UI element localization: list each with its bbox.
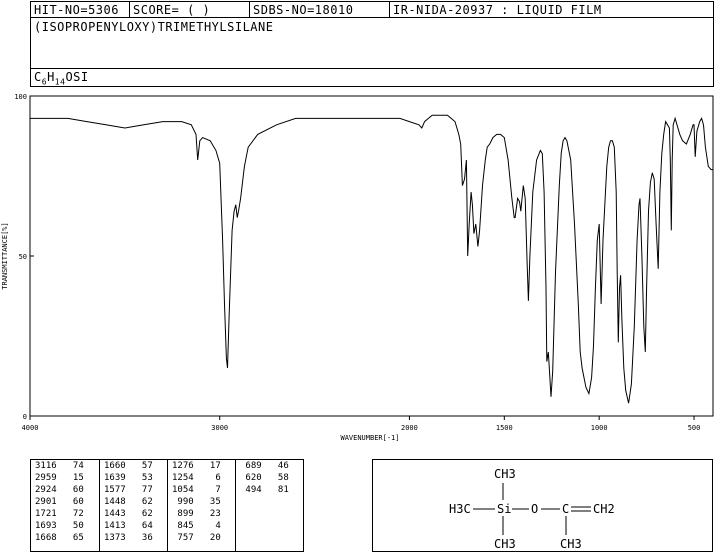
bottom-right-methyl: CH3 — [560, 537, 582, 551]
peak-row: 1276 17 — [172, 461, 221, 471]
carbon-atom: C — [562, 502, 569, 516]
peak-row: 1660 57 — [104, 461, 153, 471]
methylene-group: CH2 — [593, 502, 615, 516]
ir-spectrum-chart: 0 50 100 4000 3000 2000 1500 1000 500 WAVENUMBE… — [1, 93, 714, 442]
y-tick-label: 100 — [14, 93, 27, 101]
peak-row: 1054 7 — [172, 485, 221, 495]
peak-row: 1413 64 — [104, 521, 153, 531]
peak-table: 3116 74 2959 15 2924 60 2901 60 1721 72 1693 … — [30, 459, 304, 552]
peak-row: 689 46 — [240, 461, 289, 471]
peak-row: 2959 15 — [35, 473, 84, 483]
peak-row: 1577 77 — [104, 485, 153, 495]
peak-row: 1668 65 — [35, 533, 84, 543]
x-tick-label: 3000 — [211, 424, 228, 432]
y-axis-label: TRANSMITTANCE[%] — [1, 222, 9, 289]
silicon-atom: Si — [497, 502, 511, 516]
peak-row: 1693 50 — [35, 521, 84, 531]
x-tick-label: 4000 — [22, 424, 39, 432]
peak-row: 620 58 — [240, 473, 289, 483]
peak-row: 1639 53 — [104, 473, 153, 483]
peak-row: 1443 62 — [104, 509, 153, 519]
bottom-left-methyl: CH3 — [494, 537, 516, 551]
peak-column: 1276 17 1254 6 1054 7 990 35 899 23 845 4 … — [167, 460, 235, 551]
y-axis: 0 50 100 — [14, 93, 34, 421]
peak-row: 845 4 — [172, 521, 221, 531]
peak-row: 2901 60 — [35, 497, 84, 507]
peak-row: 899 23 — [172, 509, 221, 519]
plot-frame — [29, 95, 714, 417]
x-axis-label: WAVENUMBER[-1] — [340, 434, 399, 442]
y-tick-label: 0 — [23, 413, 27, 421]
peak-row: 3116 74 — [35, 461, 84, 471]
x-tick-label: 500 — [688, 424, 701, 432]
peak-column: 3116 74 2959 15 2924 60 2901 60 1721 72 1693 … — [31, 460, 99, 551]
structure-box: CH3 H3C Si O C CH2 CH3 CH3 — [372, 459, 713, 552]
oxygen-atom: O — [531, 502, 538, 516]
peak-row: 494 81 — [240, 485, 289, 495]
peak-row: 1448 62 — [104, 497, 153, 507]
left-methyl: H3C — [449, 502, 471, 516]
peak-row: 2924 60 — [35, 485, 84, 495]
peak-row: 1254 6 — [172, 473, 221, 483]
peak-row: 1373 36 — [104, 533, 153, 543]
x-axis: 4000 3000 2000 1500 1000 500 — [22, 416, 701, 432]
structure-diagram: CH3 H3C Si O C CH2 CH3 CH3 — [449, 467, 615, 551]
y-tick-label: 50 — [19, 253, 27, 261]
x-tick-label: 2000 — [401, 424, 418, 432]
spectrum-line — [30, 114, 713, 404]
peak-row: 1721 72 — [35, 509, 84, 519]
peak-row: 757 20 — [172, 533, 221, 543]
top-methyl: CH3 — [494, 467, 516, 481]
peak-column: 689 46 620 58 494 81 — [235, 460, 303, 551]
x-tick-label: 1000 — [591, 424, 608, 432]
peak-column: 1660 57 1639 53 1577 77 1448 62 1443 62 1413 … — [99, 460, 167, 551]
x-tick-label: 1500 — [496, 424, 513, 432]
peak-row: 990 35 — [172, 497, 221, 507]
